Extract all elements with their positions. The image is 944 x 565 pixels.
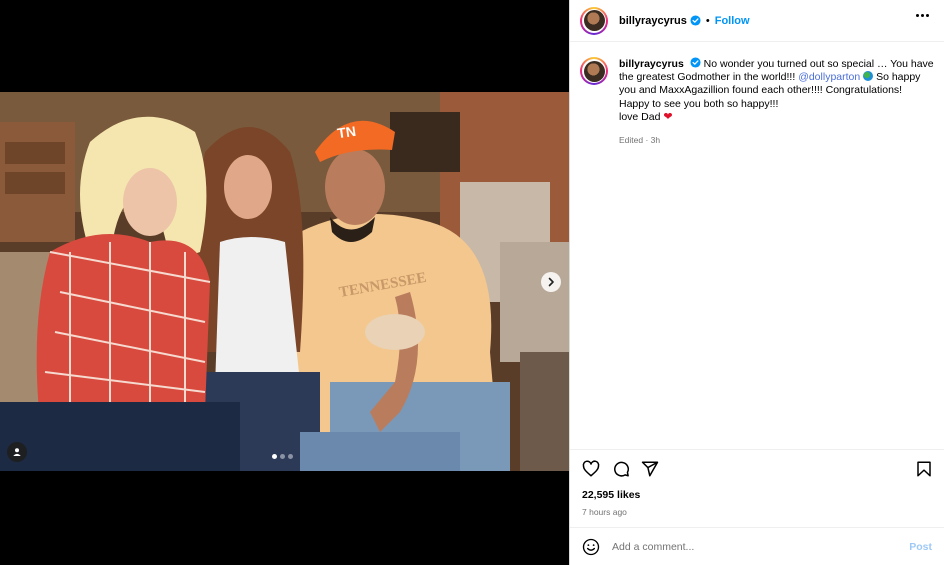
caption-text-3: love Dad xyxy=(619,110,661,123)
post-side-panel: billyraycyrus • Follow billyraycyrus No … xyxy=(569,0,944,565)
bookmark-icon[interactable] xyxy=(915,460,933,478)
share-icon[interactable] xyxy=(641,460,659,478)
caption-author-avatar[interactable] xyxy=(580,57,608,85)
action-bar xyxy=(570,449,944,485)
comment-icon[interactable] xyxy=(612,460,630,478)
svg-text:TN: TN xyxy=(336,123,357,141)
caption-meta: Edited · 3h xyxy=(619,135,661,146)
post-header: billyraycyrus • Follow xyxy=(570,0,944,42)
photo-illustration: TN TENNESSEE xyxy=(0,92,569,471)
red-heart-emoji-icon: ❤ xyxy=(663,110,673,123)
caption-body: billyraycyrus No wonder you turned out s… xyxy=(619,57,935,147)
post-timestamp[interactable]: 7 hours ago xyxy=(582,507,627,517)
carousel-dot xyxy=(288,454,293,459)
author-username[interactable]: billyraycyrus xyxy=(619,15,687,27)
emoji-icon[interactable] xyxy=(582,538,600,556)
likes-count[interactable]: 22,595 likes xyxy=(582,489,640,501)
tagged-users-button[interactable] xyxy=(7,442,27,462)
globe-emoji-icon xyxy=(863,71,874,82)
more-options-icon[interactable] xyxy=(916,14,929,17)
verified-badge-icon xyxy=(690,15,701,26)
carousel-dot-active xyxy=(272,454,277,459)
carousel-dot xyxy=(280,454,285,459)
post-caption: billyraycyrus No wonder you turned out s… xyxy=(580,57,935,147)
carousel-indicator xyxy=(272,454,293,459)
chevron-right-icon xyxy=(548,277,554,287)
comment-bar: Post xyxy=(570,527,944,565)
comment-input[interactable] xyxy=(610,539,874,554)
user-tag-icon xyxy=(13,448,21,456)
carousel-next-button[interactable] xyxy=(541,272,561,292)
header-separator: • xyxy=(705,14,710,27)
mention-link[interactable]: @dollyparton xyxy=(798,71,860,83)
verified-badge-icon xyxy=(690,57,701,68)
post-comment-button[interactable]: Post xyxy=(909,541,932,553)
post-photo[interactable]: TN TENNESSEE xyxy=(0,92,569,471)
heart-icon[interactable] xyxy=(582,460,600,478)
post-media-area: TN TENNESSEE xyxy=(0,0,569,565)
follow-button[interactable]: Follow xyxy=(715,15,750,27)
author-avatar[interactable] xyxy=(580,6,608,35)
caption-username[interactable]: billyraycyrus xyxy=(619,58,684,70)
